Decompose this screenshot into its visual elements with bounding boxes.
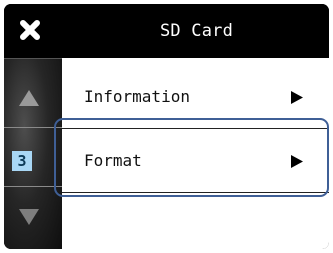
side-divider xyxy=(4,186,62,187)
right-arrow-icon xyxy=(291,155,303,168)
menu-list: Information Format xyxy=(62,58,329,249)
device-screen: SD Card 3 Information Format xyxy=(4,4,329,249)
close-icon xyxy=(20,20,40,40)
header-bar: SD Card xyxy=(4,4,329,58)
menu-item-label: Format xyxy=(84,151,142,170)
menu-item-information[interactable]: Information xyxy=(62,66,329,128)
page-number-badge: 3 xyxy=(12,151,32,171)
menu-divider xyxy=(62,128,329,129)
scroll-down-button[interactable] xyxy=(18,207,40,227)
page-title: SD Card xyxy=(159,21,234,41)
scroll-up-button[interactable] xyxy=(18,88,40,108)
side-divider xyxy=(4,127,62,128)
side-panel: 3 xyxy=(4,58,62,249)
right-arrow-icon xyxy=(291,91,303,104)
menu-item-format[interactable]: Format xyxy=(62,130,329,192)
up-arrow-icon xyxy=(19,90,39,106)
menu-divider xyxy=(62,192,329,193)
down-arrow-icon xyxy=(19,209,39,225)
menu-item-label: Information xyxy=(84,87,190,106)
close-button[interactable] xyxy=(14,14,46,46)
